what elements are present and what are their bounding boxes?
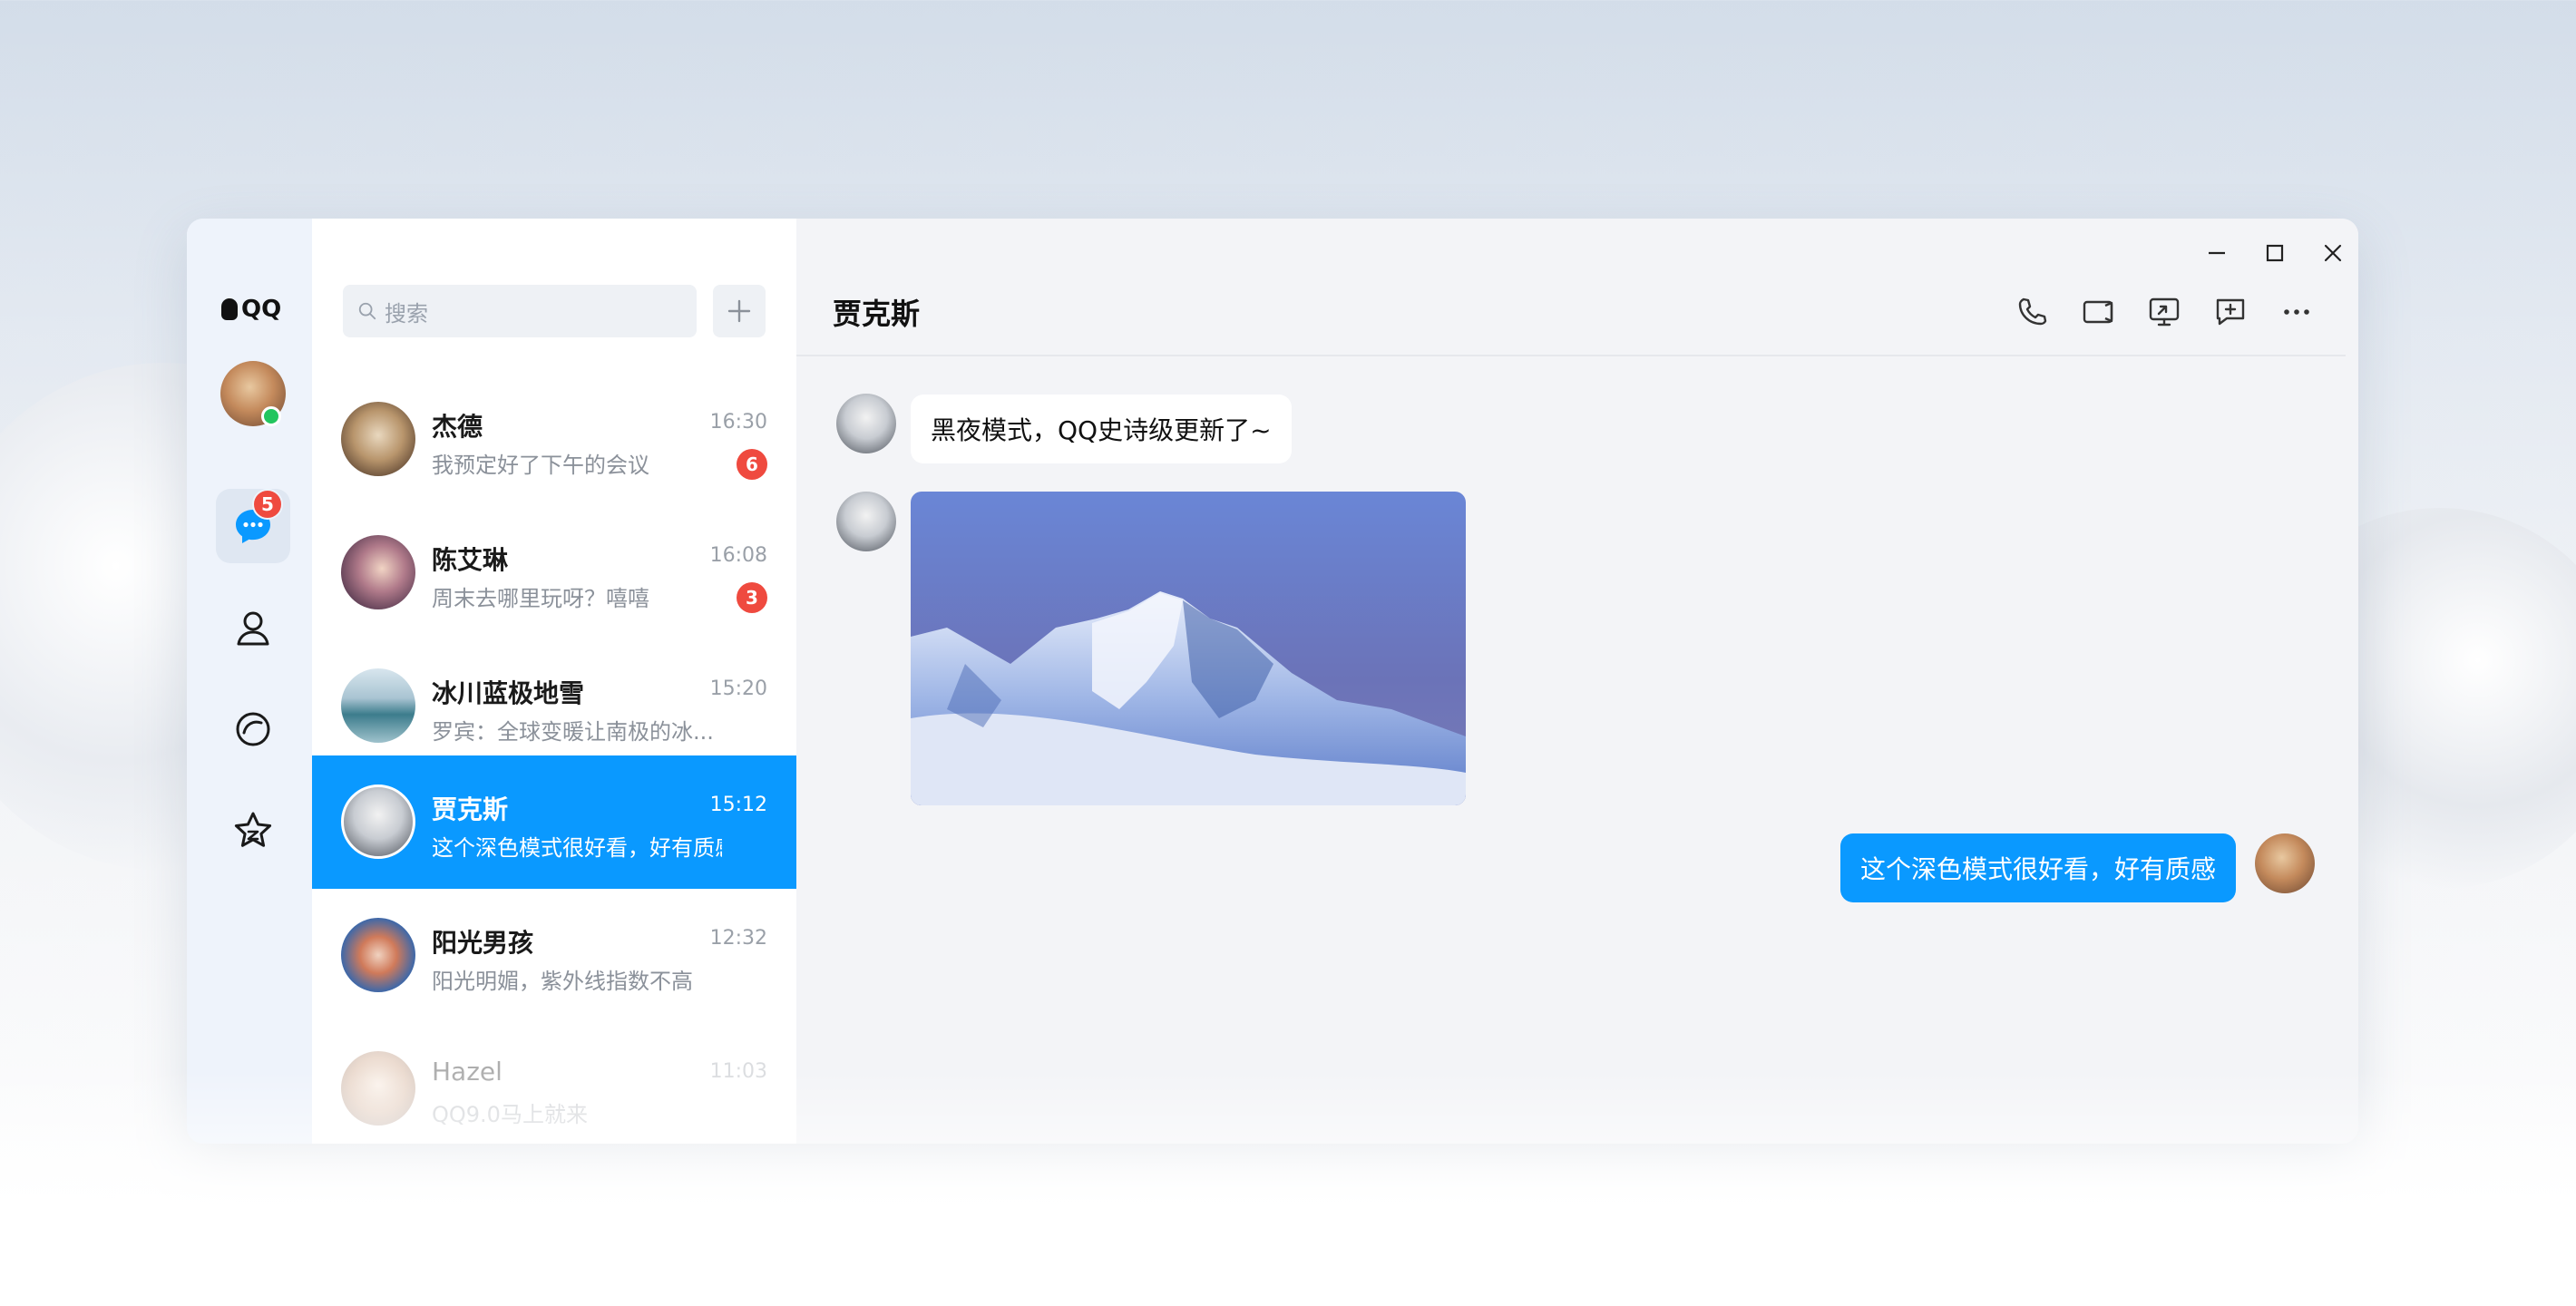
- more-button[interactable]: [2276, 291, 2317, 333]
- message-preview: 周末去哪里玩呀？嘻嘻: [432, 586, 649, 611]
- snowy-mountain-photo[interactable]: [911, 492, 1466, 805]
- conversation-item[interactable]: Hazel 11:03 QQ9.0马上就来: [312, 1022, 796, 1144]
- message-bubble-outgoing: 这个深色模式很好看，好有质感: [1840, 833, 2237, 902]
- nav-contacts-button[interactable]: [216, 590, 290, 665]
- contact-name: 冰川蓝极地雪: [432, 678, 585, 708]
- unread-badge: 3: [737, 582, 767, 613]
- video-camera-icon: [2083, 300, 2113, 324]
- chat-title: 贾克斯: [833, 297, 921, 331]
- qq-window: QQ 5 搜索 杰德 16:30 我预定好了下午的会议 6 陈艾琳 16:08 …: [187, 219, 2358, 1144]
- add-button[interactable]: [713, 285, 766, 337]
- message-time: 11:03: [709, 1060, 767, 1083]
- message-preview: QQ9.0马上就来: [432, 1102, 588, 1127]
- mountain-image: [911, 492, 1466, 805]
- conversation-list-panel: 搜索 杰德 16:30 我预定好了下午的会议 6 陈艾琳 16:08 周末去哪里…: [312, 219, 796, 1144]
- message-preview: 罗宾：全球变暖让南极的冰...: [432, 719, 714, 745]
- contact-avatar: [341, 918, 415, 992]
- video-call-button[interactable]: [2077, 291, 2119, 333]
- contact-name: 杰德: [432, 412, 483, 442]
- contact-name: 贾克斯: [432, 794, 509, 824]
- message-time: 15:20: [709, 677, 767, 700]
- close-icon: [2324, 244, 2342, 262]
- search-icon: [358, 302, 376, 320]
- screen-share-icon: [2149, 297, 2180, 326]
- maximize-icon: [2266, 244, 2284, 262]
- conversation-item[interactable]: 陈艾琳 16:08 周末去哪里玩呀？嘻嘻 3: [312, 506, 796, 639]
- contact-avatar: [341, 785, 415, 859]
- conversation-item[interactable]: 冰川蓝极地雪 15:20 罗宾：全球变暖让南极的冰...: [312, 639, 796, 773]
- message-preview: 这个深色模式很好看，好有质感: [432, 835, 722, 861]
- contact-avatar: [341, 1051, 415, 1126]
- search-placeholder: 搜索: [385, 300, 428, 326]
- messages-badge: 5: [252, 489, 283, 520]
- contact-name: Hazel: [432, 1057, 503, 1087]
- contact-name: 陈艾琳: [432, 545, 509, 575]
- orbit-icon: [236, 712, 270, 746]
- message-time: 16:08: [709, 544, 767, 567]
- conversation-item-active[interactable]: 贾克斯 15:12 这个深色模式很好看，好有质感: [312, 755, 796, 889]
- voice-call-button[interactable]: [2011, 291, 2053, 333]
- star-icon: [234, 812, 272, 847]
- online-status-dot: [261, 406, 281, 426]
- phone-icon: [2018, 297, 2047, 326]
- qq-logo-text: QQ: [241, 296, 282, 323]
- message-time: 12:32: [709, 927, 767, 950]
- message-preview: 我预定好了下午的会议: [432, 453, 649, 478]
- penguin-icon: [221, 298, 238, 320]
- unread-badge: 6: [737, 449, 767, 480]
- nav-rail: QQ 5: [187, 219, 312, 1144]
- chat-panel: 贾克斯 黑夜模式，QQ史诗级更新了~ 这个深色模式很好看，好有质感: [796, 219, 2358, 1144]
- message-time: 16:30: [709, 411, 767, 434]
- maximize-button[interactable]: [2257, 235, 2293, 271]
- person-icon: [237, 611, 269, 646]
- qq-logo: QQ: [221, 296, 281, 323]
- contact-name: 阳光男孩: [432, 928, 534, 958]
- my-message-avatar: [2255, 833, 2315, 893]
- message-time: 15:12: [709, 794, 767, 816]
- close-button[interactable]: [2315, 235, 2351, 271]
- nav-favorites-button[interactable]: [216, 794, 290, 868]
- more-dots-icon: [2284, 309, 2309, 315]
- sender-avatar: [836, 492, 896, 551]
- contact-avatar: [341, 535, 415, 609]
- message-preview: 阳光明媚，紫外线指数不高: [432, 969, 693, 994]
- add-chat-icon: [2216, 298, 2245, 326]
- nav-space-button[interactable]: [216, 692, 290, 766]
- contact-avatar: [341, 668, 415, 743]
- sender-avatar: [836, 394, 896, 453]
- search-box[interactable]: 搜索: [343, 285, 697, 337]
- conversation-item[interactable]: 杰德 16:30 我预定好了下午的会议 6: [312, 373, 796, 506]
- screen-share-button[interactable]: [2143, 291, 2185, 333]
- plus-icon: [727, 299, 751, 323]
- message-bubble-incoming: 黑夜模式，QQ史诗级更新了~: [911, 395, 1292, 463]
- header-divider: [796, 355, 2346, 356]
- minimize-button[interactable]: [2199, 235, 2235, 271]
- group-chat-button[interactable]: [2210, 291, 2251, 333]
- minimize-icon: [2209, 251, 2225, 255]
- contact-avatar: [341, 402, 415, 476]
- conversation-item[interactable]: 阳光男孩 12:32 阳光明媚，紫外线指数不高: [312, 889, 796, 1022]
